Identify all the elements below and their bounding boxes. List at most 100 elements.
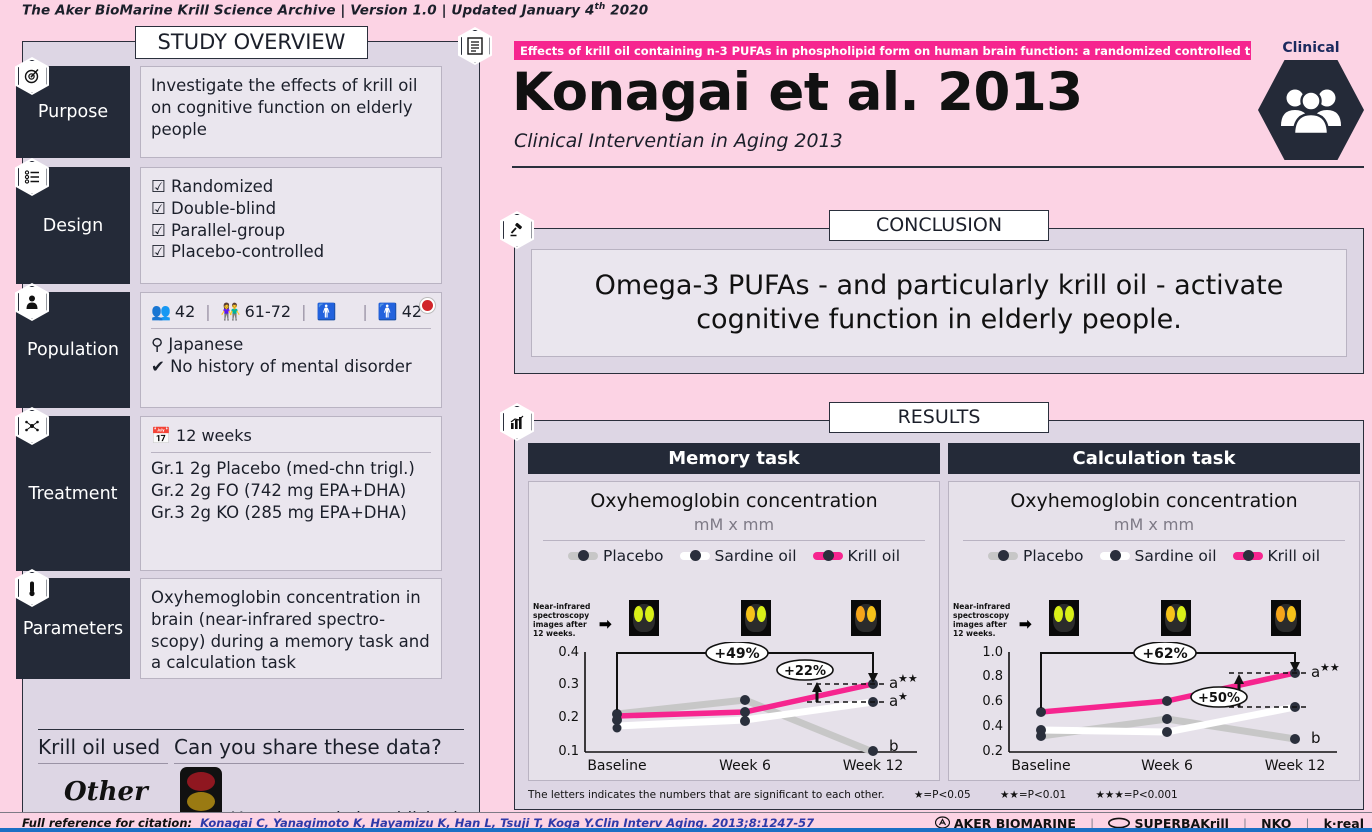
svg-text:Week 12: Week 12 <box>843 758 904 774</box>
study-type-label: Clinical <box>1282 40 1340 56</box>
nirs-note: Near-infrared spectroscopy images after … <box>533 602 591 639</box>
participants-count: 42 <box>174 302 196 321</box>
archive-line-sup: th <box>594 2 606 12</box>
chart-svg-calculation: 1.0 0.8 0.6 0.4 0.2 +62% +50% a ★★ b Bas… <box>982 642 1340 774</box>
legend-item-krill-oil: Krill oil <box>812 547 900 565</box>
study-row-population: Population 👥 42 | 👫 61-72 | 🚹 | 🚹 42 ⚲ J… <box>15 283 442 408</box>
legend-label-sardine-oil: Sardine oil <box>714 547 797 565</box>
arrow-right-icon: ➡ <box>1019 616 1032 633</box>
svg-text:+49%: +49% <box>714 646 759 662</box>
study-row-parameters-label-text: Parameters <box>22 618 124 639</box>
check-circle-icon: ✔ <box>151 356 165 376</box>
status-dot-red <box>420 298 435 313</box>
legend-label-placebo: Placebo <box>1023 547 1084 565</box>
design-item: ☑ Placebo-controlled <box>151 242 325 262</box>
svg-text:1.0: 1.0 <box>982 645 1003 660</box>
brain-scan-image-sardine <box>741 600 771 636</box>
thermometer-icon-glyph <box>29 581 35 596</box>
study-row-population-label-text: Population <box>27 340 119 360</box>
target-icon-glyph <box>24 69 39 84</box>
chart-legend: Placebo Sardine oil Krill oil <box>949 541 1359 565</box>
svg-text:0.3: 0.3 <box>558 677 579 692</box>
study-row-purpose-label: Purpose <box>15 57 130 158</box>
checklist-icon-glyph <box>24 170 39 184</box>
conclusion-title: CONCLUSION <box>829 210 1049 241</box>
study-row-purpose-value: Investigate the effects of krill oil on … <box>140 66 442 158</box>
svg-text:a: a <box>889 692 898 710</box>
svg-text:a: a <box>889 674 898 692</box>
legend-marker-sardine-oil <box>679 550 710 561</box>
design-item-text: Randomized <box>171 177 274 196</box>
svg-text:+50%: +50% <box>1198 691 1240 706</box>
journal-subtitle: Clinical Interventian in Aging 2013 <box>514 130 843 152</box>
age-range: 61-72 <box>244 302 292 321</box>
chart-card: Oxyhemoglobin concentration mM x mm Plac… <box>948 481 1360 781</box>
arrow-right-icon: ➡ <box>599 616 612 633</box>
chart-panel-calculation-task: Calculation task Oxyhemoglobin concentra… <box>948 443 1360 781</box>
chart-svg-memory: 0.4 0.3 0.2 0.1 +49% +22% a ★★ a ★ b Bas… <box>558 642 918 774</box>
chart-panel-title: Calculation task <box>948 443 1360 474</box>
age-icon: 👫 <box>220 302 241 321</box>
treatment-duration-row: 📅 12 weeks <box>151 425 431 446</box>
study-row-parameters-label: Parameters <box>15 569 130 679</box>
clinical-group-icon-glyph <box>1281 89 1341 136</box>
window-bottom-strip <box>0 828 1372 832</box>
legend-label-krill-oil: Krill oil <box>1267 547 1320 565</box>
svg-text:0.4: 0.4 <box>982 719 1003 734</box>
divider: | <box>205 302 211 321</box>
female-icon: 🚹 <box>316 302 337 321</box>
study-row-parameters: Parameters Oxyhemoglobin concentration i… <box>15 569 442 679</box>
svg-text:★★: ★★ <box>898 672 918 685</box>
study-row-purpose-label-text: Purpose <box>37 102 109 122</box>
divider <box>151 452 431 454</box>
ethnicity-text: Japanese <box>168 335 244 355</box>
archive-line-text: The Aker BioMarine Krill Science Archive… <box>22 2 595 19</box>
legend-label-placebo: Placebo <box>603 547 664 565</box>
svg-text:0.8: 0.8 <box>982 669 1003 684</box>
chart-legend: Placebo Sardine oil Krill oil <box>529 541 939 565</box>
svg-text:Baseline: Baseline <box>587 758 646 774</box>
sig-level-2: ★★=P<0.01 <box>1000 789 1067 801</box>
legend-marker-placebo <box>568 550 598 561</box>
results-title: RESULTS <box>829 402 1049 433</box>
svg-text:★★: ★★ <box>1320 661 1340 674</box>
legend-item-placebo: Placebo <box>988 547 1084 565</box>
molecule-icon-glyph <box>25 420 39 432</box>
chart-panel-memory-task: Memory task Oxyhemoglobin concentration … <box>528 443 940 781</box>
brain-scan-image-placebo <box>629 600 659 636</box>
archive-version-line: The Aker BioMarine Krill Science Archive… <box>22 2 648 19</box>
conclusion-text: Omega-3 PUFAs - and particularly krill o… <box>531 249 1347 357</box>
group-icon: 👥 <box>151 302 171 321</box>
sig-level-3: ★★★=P<0.001 <box>1095 789 1178 801</box>
poster-page: The Aker BioMarine Krill Science Archive… <box>0 0 1372 832</box>
treatment-group: Gr.2 2g FO (742 mg EPA+DHA) <box>151 480 407 500</box>
person-icon-glyph <box>26 295 38 309</box>
legend-marker-sardine-oil <box>1099 550 1130 561</box>
design-item-text: Placebo-controlled <box>171 242 325 262</box>
legend-item-sardine-oil: Sardine oil <box>1099 547 1217 565</box>
svg-text:a: a <box>1311 663 1320 681</box>
svg-text:0.2: 0.2 <box>558 710 579 725</box>
archive-line-year: 2020 <box>605 2 649 19</box>
divider <box>512 166 1364 168</box>
clinical-group-icon <box>1258 60 1364 160</box>
svg-text:Week 12: Week 12 <box>1265 758 1326 774</box>
design-item: ☑ Double-blind <box>151 198 277 218</box>
study-row-treatment-label-text: Treatment <box>28 483 118 504</box>
chart-subtitle: mM x mm <box>1113 515 1195 534</box>
legend-marker-krill-oil <box>812 550 843 561</box>
significance-note-text: The letters indicates the numbers that a… <box>528 789 885 801</box>
superba-logo-icon <box>1108 817 1131 828</box>
svg-text:Week 6: Week 6 <box>1141 758 1193 774</box>
legend-label-sardine-oil: Sardine oil <box>1134 547 1217 565</box>
study-row-treatment-value: 📅 12 weeks Gr.1 2g Placebo (med-chn trig… <box>140 416 442 571</box>
study-row-treatment-label: Treatment <box>15 407 130 571</box>
svg-text:b: b <box>1311 729 1321 747</box>
svg-text:0.4: 0.4 <box>558 645 579 660</box>
design-item-text: Parallel-group <box>171 220 286 240</box>
study-row-design-label: Design <box>15 158 130 284</box>
svg-text:Baseline: Baseline <box>1011 758 1070 774</box>
significance-note: The letters indicates the numbers that a… <box>528 789 1358 801</box>
sig-level-1: ★=P<0.05 <box>913 789 971 801</box>
study-row-treatment: Treatment 📅 12 weeks Gr.1 2g Placebo (me… <box>15 407 442 571</box>
